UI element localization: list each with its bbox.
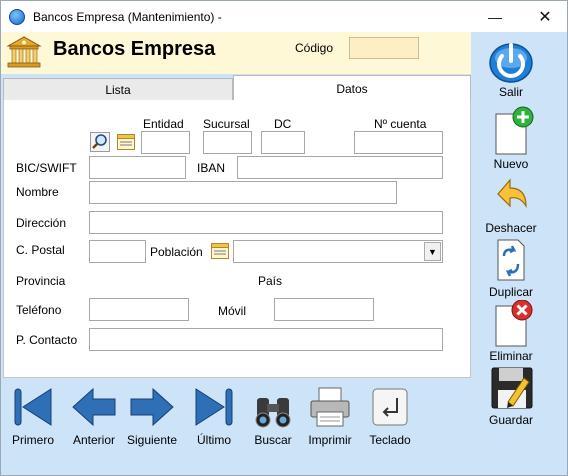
duplicate-icon (497, 239, 525, 281)
pais-label: País (258, 274, 283, 288)
salir-label: Salir (498, 85, 523, 99)
cuenta-label: Nº cuenta (374, 117, 427, 131)
close-button[interactable]: ✕ (523, 1, 567, 32)
guardar-button[interactable]: Guardar (475, 364, 547, 427)
contacto-input[interactable] (89, 328, 443, 351)
card-list-icon[interactable] (210, 241, 230, 261)
telefono-input[interactable] (89, 298, 189, 321)
bank-building-icon (6, 36, 42, 68)
power-icon (489, 43, 533, 83)
app-logo-icon (9, 9, 25, 25)
action-sidebar: Salir Nuevo Deshacer Duplicar Eliminar G… (475, 32, 568, 472)
telefono-label: Teléfono (16, 303, 62, 317)
card-list-icon[interactable] (116, 132, 136, 152)
direccion-label: Dirección (16, 216, 67, 230)
anterior-button[interactable]: Anterior (71, 384, 117, 447)
first-record-icon (14, 388, 52, 426)
undo-icon (497, 178, 527, 209)
search-icon[interactable] (90, 132, 110, 152)
siguiente-label: Siguiente (127, 433, 178, 447)
duplicar-label: Duplicar (488, 285, 533, 299)
previous-arrow-icon (72, 387, 116, 427)
imprimir-button[interactable]: Imprimir (307, 384, 353, 447)
contacto-label: P. Contacto (16, 333, 78, 347)
cpostal-label: C. Postal (16, 243, 65, 257)
nombre-label: Nombre (16, 185, 59, 199)
chevron-down-icon[interactable]: ▼ (424, 242, 441, 261)
deshacer-label: Deshacer (485, 221, 537, 235)
dc-input[interactable] (261, 131, 305, 154)
cpostal-input[interactable] (89, 240, 146, 263)
teclado-label: Teclado (369, 433, 411, 447)
siguiente-button[interactable]: Siguiente (127, 384, 177, 447)
tab-strip: Lista Datos (3, 75, 471, 101)
navigation-bar: Primero Anterior Siguiente Último Buscar… (1, 379, 471, 469)
deshacer-button[interactable]: Deshacer (475, 172, 547, 235)
sucursal-input[interactable] (203, 131, 252, 154)
duplicar-button[interactable]: Duplicar (475, 236, 547, 299)
eliminar-button[interactable]: Eliminar (475, 300, 547, 363)
nombre-input[interactable] (89, 181, 397, 204)
buscar-label: Buscar (254, 433, 292, 447)
enter-key-icon (372, 388, 408, 426)
ultimo-button[interactable]: Último (192, 384, 236, 447)
codigo-input[interactable] (349, 37, 419, 59)
new-document-icon (495, 106, 534, 155)
datos-panel: Entidad Sucursal DC Nº cuenta BIC/SWIFT … (3, 100, 471, 378)
poblacion-select[interactable]: ▼ (233, 240, 443, 263)
binoculars-icon (255, 398, 291, 428)
entidad-input[interactable] (141, 131, 190, 154)
eliminar-label: Eliminar (489, 349, 533, 363)
buscar-button[interactable]: Buscar (251, 384, 295, 447)
nuevo-label: Nuevo (493, 157, 529, 171)
direccion-input[interactable] (89, 211, 443, 234)
primero-button[interactable]: Primero (11, 384, 55, 447)
movil-label: Móvil (218, 304, 247, 318)
minimize-button[interactable]: — (473, 1, 517, 32)
teclado-button[interactable]: Teclado (368, 384, 412, 447)
printer-icon (310, 387, 350, 427)
page-header: Bancos Empresa Código (1, 32, 471, 74)
next-arrow-icon (130, 387, 174, 427)
salir-button[interactable]: Salir (475, 38, 547, 99)
movil-input[interactable] (274, 298, 374, 321)
save-disk-icon (491, 367, 533, 409)
codigo-label: Código (295, 41, 334, 55)
bic-label: BIC/SWIFT (16, 161, 77, 175)
bic-input[interactable] (89, 156, 186, 179)
provincia-label: Provincia (16, 274, 66, 288)
guardar-label: Guardar (488, 413, 534, 427)
iban-label: IBAN (197, 161, 226, 175)
anterior-label: Anterior (72, 433, 116, 447)
nuevo-button[interactable]: Nuevo (475, 106, 547, 171)
window-title: Bancos Empresa (Mantenimiento) - (33, 10, 222, 24)
app-window: Bancos Empresa (Mantenimiento) - — ✕ Ban… (0, 0, 568, 476)
entidad-label: Entidad (143, 117, 184, 131)
tab-datos[interactable]: Datos (233, 75, 471, 101)
sucursal-label: Sucursal (203, 117, 250, 131)
tab-lista[interactable]: Lista (3, 78, 233, 101)
cuenta-input[interactable] (354, 131, 443, 154)
poblacion-label: Población (150, 245, 203, 259)
iban-input[interactable] (237, 156, 443, 179)
imprimir-label: Imprimir (308, 433, 352, 447)
title-bar: Bancos Empresa (Mantenimiento) - — ✕ (1, 1, 567, 32)
last-record-icon (195, 388, 233, 426)
page-title: Bancos Empresa (53, 38, 216, 60)
primero-label: Primero (11, 433, 54, 447)
delete-document-icon (495, 300, 533, 347)
dc-label: DC (274, 117, 292, 131)
ultimo-label: Último (196, 433, 231, 447)
